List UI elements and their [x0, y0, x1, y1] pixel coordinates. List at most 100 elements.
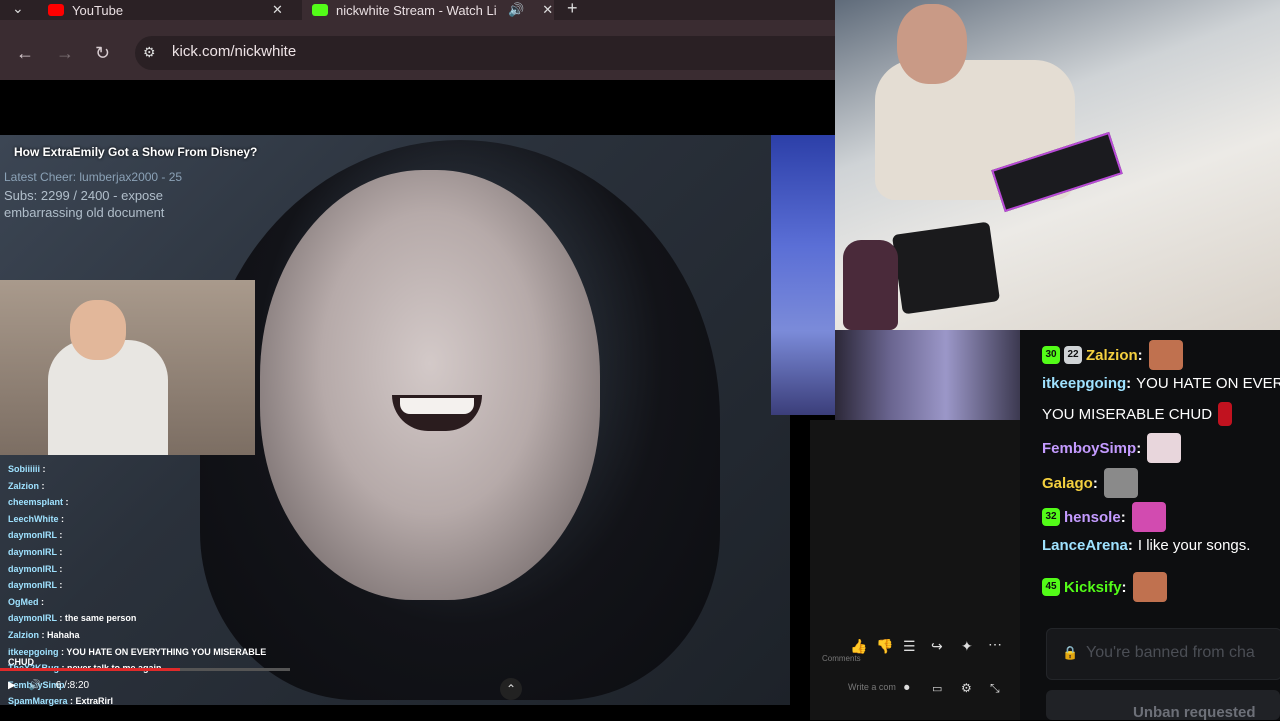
- share-icon[interactable]: ↪: [931, 638, 943, 655]
- chat-message: itkeepgoing: YOU HATE ON EVER: [1042, 375, 1280, 392]
- write-comment-input[interactable]: Write a com: [848, 682, 896, 692]
- mini-chat-row: Zalzion :: [8, 481, 288, 491]
- close-tab-icon[interactable]: ✕: [272, 2, 283, 18]
- emote-icon: [1132, 572, 1167, 602]
- youtube-favicon-icon: [48, 4, 64, 16]
- mini-chat-sep: :: [56, 580, 63, 591]
- mini-chat-sep: :: [56, 563, 63, 574]
- reload-icon[interactable]: ↻: [95, 43, 110, 64]
- mini-chat-row: OgMed :: [8, 597, 288, 607]
- emote-icon: [1148, 340, 1183, 370]
- tab-search-button[interactable]: ⌄: [12, 0, 24, 17]
- chat-username[interactable]: hensole: [1064, 509, 1121, 526]
- mini-chat-user: LeechWhite: [8, 513, 59, 524]
- youtube-action-bar: 👍 👎 ☰ ↪ ✦ ⋯ Comments Write a com ⏺ ▭ ⚙ ⤡: [818, 636, 1018, 695]
- mini-chat-user: OgMed: [8, 596, 39, 607]
- mini-chat-text: Hahaha: [47, 630, 80, 640]
- video-teeth-shape: [400, 398, 474, 414]
- speaker-icon[interactable]: 🔊: [508, 2, 524, 18]
- chat-text: YOU MISERABLE CHUD: [1042, 405, 1213, 423]
- time-display: 6 / 8:20: [55, 680, 90, 691]
- banned-placeholder: You're banned from cha: [1086, 644, 1255, 661]
- chat-username[interactable]: itkeepgoing: [1042, 375, 1126, 392]
- mini-chat-row: daymonIRL :: [8, 564, 288, 574]
- video-face-shape: [260, 170, 600, 600]
- streamer-head: [897, 4, 967, 84]
- subscriber-badge-icon: 22: [1064, 346, 1082, 364]
- site-info-icon[interactable]: ⚙: [143, 44, 156, 61]
- close-tab-icon[interactable]: ✕: [542, 2, 553, 18]
- chat-colon: :: [1136, 439, 1142, 457]
- play-icon[interactable]: ▶: [8, 680, 16, 691]
- tab-kick[interactable]: nickwhite Stream - Watch Li 🔊 ✕: [302, 0, 554, 20]
- chat-text: I like your songs.: [1137, 537, 1251, 554]
- soda-bottle: [843, 240, 898, 330]
- forward-icon[interactable]: →: [56, 43, 74, 64]
- dislike-icon[interactable]: 👎: [876, 638, 893, 655]
- mini-chat-row: daymonIRL :: [8, 580, 288, 590]
- captions-icon[interactable]: ▭: [932, 682, 942, 695]
- comment-icon[interactable]: ☰: [903, 638, 916, 655]
- unban-requested-label: Unban requested: [1133, 704, 1256, 721]
- chat-username[interactable]: Zalzion: [1086, 347, 1138, 364]
- back-icon[interactable]: ←: [16, 43, 34, 64]
- chat-colon: :: [1120, 508, 1126, 526]
- chat-colon: :: [1127, 537, 1133, 554]
- overlay-line: Latest Cheer: lumberjax2000 - 25: [4, 170, 183, 184]
- comments-label: Comments: [822, 654, 861, 663]
- chat-message: 45 Kicksify:: [1042, 572, 1167, 602]
- more-icon[interactable]: ⋯: [988, 636, 1002, 653]
- settings-icon[interactable]: ⚙: [961, 681, 972, 695]
- toggle-icon[interactable]: ⏺: [904, 682, 910, 695]
- mini-chat-row: Sobiiiiii :: [8, 464, 288, 474]
- mini-chat-user: daymonIRL: [8, 547, 57, 557]
- mini-chat-user: Sobiiiiii: [8, 464, 41, 474]
- like-icon[interactable]: 👍: [850, 638, 867, 655]
- chat-username[interactable]: FemboySimp: [1042, 440, 1136, 457]
- mini-chat-sep: :: [56, 547, 63, 557]
- subscriber-badge-icon: 30: [1042, 346, 1060, 364]
- lock-icon: 🔒: [1062, 645, 1079, 660]
- chat-colon: :: [1137, 346, 1143, 364]
- mousepad: [891, 221, 1001, 315]
- subscriber-badge-icon: 45: [1042, 578, 1060, 596]
- new-tab-button[interactable]: +: [567, 0, 578, 19]
- mini-chat-user: daymonIRL: [8, 563, 57, 574]
- remix-icon[interactable]: ✦: [961, 638, 973, 655]
- chat-colon: :: [1092, 474, 1098, 492]
- minimize-icon[interactable]: ⤡: [990, 681, 1000, 696]
- tab-title: nickwhite Stream - Watch Li: [336, 2, 496, 18]
- mini-chat-user: daymonIRL: [8, 613, 57, 624]
- mini-chat-sep: :: [39, 480, 45, 491]
- chat-message: 32 hensole:: [1042, 502, 1166, 532]
- mini-chat-row: cheemsplant :: [8, 497, 288, 507]
- emote-icon: [1218, 402, 1233, 426]
- mini-chat-sep: :: [58, 513, 65, 524]
- mini-chat-user: itkeepgoing: [8, 646, 59, 657]
- url-text[interactable]: kick.com/nickwhite: [172, 43, 296, 60]
- chat-username[interactable]: Galago: [1042, 475, 1093, 492]
- tab-youtube[interactable]: YouTube ✕: [48, 0, 296, 20]
- chat-message: 30 22 Zalzion:: [1042, 340, 1183, 370]
- overlay-line: Subs: 2299 / 2400 - expose: [4, 188, 164, 203]
- mini-chat-sep: :: [63, 497, 69, 508]
- chat-message: YOU MISERABLE CHUD: [1042, 402, 1233, 426]
- side-video-strip: [771, 135, 835, 415]
- mini-chat-user: cheemsplant: [8, 497, 64, 508]
- mini-chat-sep: :: [39, 630, 47, 640]
- mini-chat-sep: :: [38, 596, 44, 607]
- kick-favicon-icon: [312, 4, 328, 16]
- emote-icon: [1147, 433, 1182, 463]
- progress-fill: [0, 668, 180, 671]
- streamer-webcam: [835, 0, 1280, 330]
- chat-text: YOU HATE ON EVER: [1136, 375, 1280, 392]
- subscriber-badge-icon: 32: [1042, 508, 1060, 526]
- chat-username[interactable]: LanceArena: [1042, 537, 1128, 554]
- mini-chat-text: the same person: [64, 613, 137, 624]
- mini-chat-text: ExtraRirl: [75, 696, 114, 707]
- player-controls: ▶ 🔊 6 / 8:20: [8, 680, 89, 691]
- volume-icon[interactable]: 🔊: [28, 680, 40, 691]
- mini-chat-sep: :: [56, 613, 65, 624]
- expand-chevron-icon[interactable]: ⌃: [500, 678, 522, 700]
- chat-username[interactable]: Kicksify: [1064, 579, 1122, 596]
